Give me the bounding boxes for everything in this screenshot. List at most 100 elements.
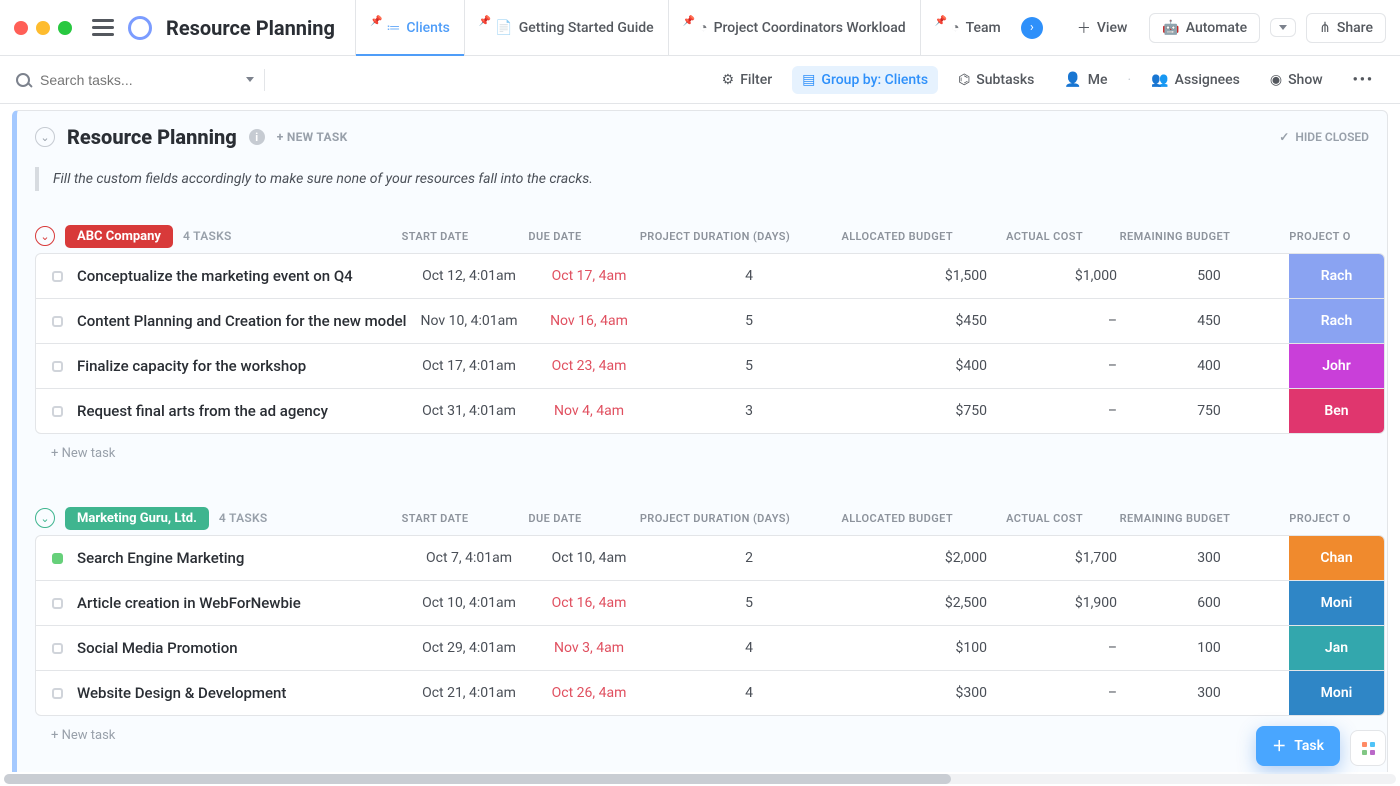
add-task-row[interactable]: + New task — [35, 716, 1385, 755]
group-header: ⌄Marketing Guru, Ltd.4 TASKSSTART DATEDU… — [35, 501, 1385, 535]
horizontal-scrollbar[interactable] — [4, 774, 1396, 784]
tab-getting-started-guide[interactable]: 📌📄Getting Started Guide — [464, 0, 668, 56]
col-actual[interactable]: ACTUAL COST — [965, 230, 1095, 243]
cell-owner[interactable]: Jan — [1289, 626, 1384, 670]
divider — [264, 69, 265, 91]
people-icon: 👥 — [1151, 72, 1168, 88]
group-by-button[interactable]: ▤ Group by: Clients — [792, 66, 938, 94]
cell-due: Oct 17, 4am — [529, 268, 649, 284]
group-name-pill[interactable]: ABC Company — [65, 225, 173, 248]
search-dropdown-icon[interactable] — [246, 77, 254, 82]
status-checkbox[interactable] — [52, 271, 63, 282]
cell-owner[interactable]: Chan — [1289, 536, 1384, 580]
search-box[interactable] — [16, 71, 254, 89]
col-alloc[interactable]: ALLOCATED BUDGET — [815, 230, 965, 243]
col-due[interactable]: DUE DATE — [495, 512, 615, 525]
share-icon: ⋔ — [1319, 20, 1331, 36]
maximize-window[interactable] — [58, 21, 72, 35]
status-checkbox[interactable] — [52, 598, 63, 609]
share-button[interactable]: ⋔ Share — [1306, 13, 1386, 43]
status-checkbox[interactable] — [52, 361, 63, 372]
apps-button[interactable] — [1350, 730, 1386, 766]
me-button[interactable]: 👤 Me — [1054, 66, 1117, 94]
filter-button[interactable]: ⚙ Filter — [712, 66, 783, 94]
status-checkbox[interactable] — [52, 643, 63, 654]
status-checkbox[interactable] — [52, 406, 63, 417]
show-button[interactable]: ◉ Show — [1260, 66, 1333, 94]
task-row[interactable]: Conceptualize the marketing event on Q4O… — [36, 254, 1384, 299]
add-view-button[interactable]: ＋ View — [1065, 12, 1140, 44]
cell-actual: $1,700 — [999, 550, 1129, 566]
new-task-top-button[interactable]: + NEW TASK — [277, 130, 348, 144]
minimize-window[interactable] — [36, 21, 50, 35]
tabs-scroll-right[interactable]: › — [1021, 17, 1043, 39]
collapse-group-icon[interactable]: ⌄ — [35, 226, 55, 246]
status-checkbox[interactable] — [52, 553, 63, 564]
task-row[interactable]: Request final arts from the ad agencyOct… — [36, 389, 1384, 433]
status-checkbox[interactable] — [52, 316, 63, 327]
share-label: Share — [1337, 20, 1373, 36]
col-due[interactable]: DUE DATE — [495, 230, 615, 243]
menu-icon[interactable] — [92, 19, 114, 36]
more-menu[interactable]: ••• — [1343, 66, 1384, 94]
task-row[interactable]: Finalize capacity for the workshopOct 17… — [36, 344, 1384, 389]
cell-owner[interactable]: Moni — [1289, 671, 1384, 715]
automate-label: Automate — [1186, 20, 1247, 36]
cell-owner[interactable]: Johr — [1289, 344, 1384, 388]
col-owner[interactable]: PROJECT O — [1255, 230, 1385, 243]
me-label: Me — [1088, 72, 1108, 88]
col-remaining[interactable]: REMAINING BUDGET — [1095, 230, 1255, 243]
status-checkbox[interactable] — [52, 688, 63, 699]
task-name: Search Engine Marketing — [77, 549, 409, 567]
hide-closed-button[interactable]: ✓ HIDE CLOSED — [1279, 130, 1369, 144]
search-input[interactable] — [38, 71, 198, 89]
new-task-fab[interactable]: ＋ Task — [1256, 726, 1340, 766]
task-row[interactable]: Article creation in WebForNewbieOct 10, … — [36, 581, 1384, 626]
tab-label: Team Workload — [966, 20, 1003, 36]
collapse-page-icon[interactable]: ⌄ — [35, 127, 55, 147]
col-remaining[interactable]: REMAINING BUDGET — [1095, 512, 1255, 525]
task-name: Finalize capacity for the workshop — [77, 357, 409, 375]
automate-dropdown[interactable] — [1270, 18, 1296, 37]
cell-remaining: 600 — [1129, 595, 1289, 611]
col-start[interactable]: START DATE — [375, 230, 495, 243]
tab-team-workload[interactable]: 📌◔Team Workload — [920, 0, 1003, 56]
eye-icon: ◉ — [1270, 72, 1282, 88]
col-start[interactable]: START DATE — [375, 512, 495, 525]
info-icon[interactable]: i — [249, 129, 265, 145]
automate-button[interactable]: 🤖 Automate — [1149, 13, 1260, 43]
task-name: Request final arts from the ad agency — [77, 402, 409, 420]
task-row[interactable]: Content Planning and Creation for the ne… — [36, 299, 1384, 344]
cell-owner[interactable]: Moni — [1289, 581, 1384, 625]
window-controls — [14, 21, 72, 35]
add-task-row[interactable]: + New task — [35, 434, 1385, 473]
cell-alloc: $2,500 — [849, 595, 999, 611]
task-row[interactable]: Social Media PromotionOct 29, 4:01amNov … — [36, 626, 1384, 671]
col-alloc[interactable]: ALLOCATED BUDGET — [815, 512, 965, 525]
col-owner[interactable]: PROJECT O — [1255, 512, 1385, 525]
tab-project-coordinators-workload[interactable]: 📌◔Project Coordinators Workload — [668, 0, 920, 56]
task-name: Article creation in WebForNewbie — [77, 594, 409, 612]
cell-owner[interactable]: Ben — [1289, 389, 1384, 433]
scrollbar-thumb[interactable] — [4, 774, 951, 784]
subtasks-button[interactable]: ⌬ Subtasks — [948, 66, 1044, 94]
cell-owner[interactable]: Rach — [1289, 254, 1384, 298]
column-headers: START DATEDUE DATEPROJECT DURATION (DAYS… — [375, 512, 1385, 525]
view-tabs: 📌≔Clients📌📄Getting Started Guide📌◔Projec… — [355, 0, 1003, 56]
task-row[interactable]: Search Engine MarketingOct 7, 4:01amOct … — [36, 536, 1384, 581]
cell-due: Oct 23, 4am — [529, 358, 649, 374]
tab-clients[interactable]: 📌≔Clients — [355, 0, 464, 56]
collapse-group-icon[interactable]: ⌄ — [35, 508, 55, 528]
close-window[interactable] — [14, 21, 28, 35]
hide-closed-label: HIDE CLOSED — [1295, 130, 1369, 144]
task-row[interactable]: Website Design & DevelopmentOct 21, 4:01… — [36, 671, 1384, 715]
col-duration[interactable]: PROJECT DURATION (DAYS) — [615, 230, 815, 243]
col-actual[interactable]: ACTUAL COST — [965, 512, 1095, 525]
group-name-pill[interactable]: Marketing Guru, Ltd. — [65, 507, 209, 530]
group-task-count: 4 TASKS — [183, 229, 232, 243]
main-content[interactable]: ⌄ Resource Planning i + NEW TASK ✓ HIDE … — [0, 104, 1400, 772]
cell-owner[interactable]: Rach — [1289, 299, 1384, 343]
check-icon: ✓ — [1279, 130, 1289, 144]
assignees-button[interactable]: 👥 Assignees — [1141, 66, 1250, 94]
col-duration[interactable]: PROJECT DURATION (DAYS) — [615, 512, 815, 525]
